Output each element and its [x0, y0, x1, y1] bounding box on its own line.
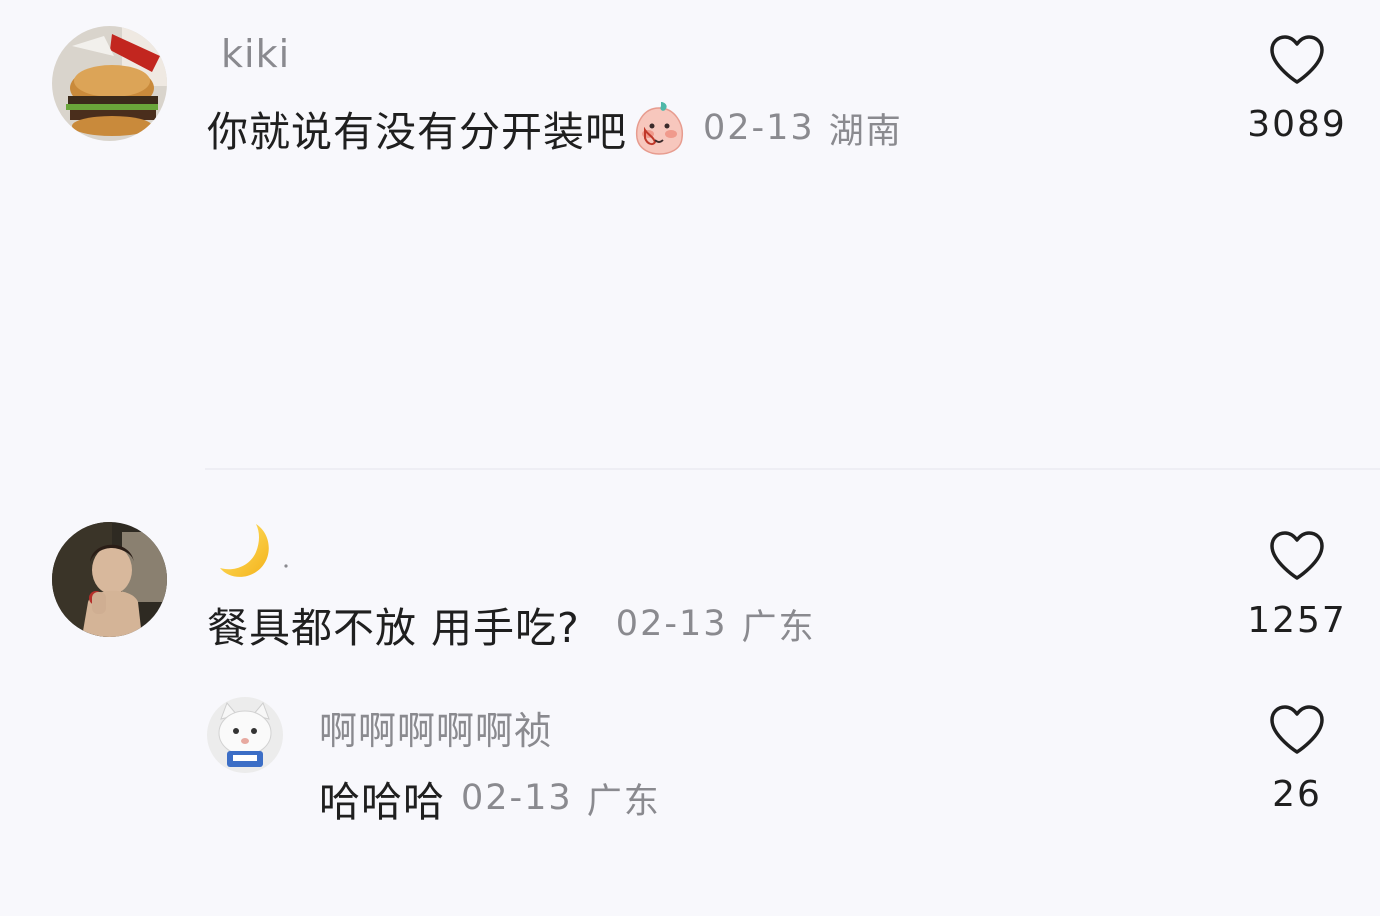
reply-username[interactable]: 啊啊啊啊啊祯	[319, 700, 553, 755]
comment-location: 湖南	[828, 111, 903, 152]
comment-date: 02-13	[615, 604, 728, 644]
like-button[interactable]	[1268, 34, 1326, 86]
like-count: 26	[1272, 774, 1322, 815]
avatar[interactable]	[52, 26, 167, 141]
comment-body: 你就说有没有分开装吧 02-13 湖南	[207, 98, 903, 158]
crescent-moon-icon[interactable]	[216, 520, 296, 582]
comment-text: 餐具都不放 用手吃?	[207, 604, 580, 652]
like-button[interactable]	[1268, 530, 1326, 582]
heart-outline-icon	[1270, 35, 1324, 84]
reply-body: 哈哈哈 02-13 广东	[319, 768, 661, 828]
reply-location: 广东	[586, 781, 661, 822]
like-count: 1257	[1247, 600, 1347, 641]
avatar[interactable]	[207, 697, 283, 773]
reply-text: 哈哈哈	[319, 778, 445, 826]
person-eating-avatar-icon	[52, 522, 167, 637]
comment-text: 你就说有没有分开装吧	[207, 108, 627, 156]
comment-username[interactable]: kiki	[221, 32, 290, 76]
comment-location: 广东	[741, 607, 816, 648]
comment-date: 02-13	[703, 108, 815, 148]
like-count: 3089	[1247, 104, 1347, 145]
avatar[interactable]	[52, 522, 167, 637]
burger-avatar-icon	[52, 26, 167, 141]
divider	[205, 468, 1380, 470]
heart-outline-icon	[1270, 531, 1324, 580]
blushing-peach-emoji-icon	[631, 100, 687, 156]
reply-date: 02-13	[461, 778, 573, 818]
heart-outline-icon	[1270, 705, 1324, 754]
like-button[interactable]	[1268, 704, 1326, 756]
comment-body: 餐具都不放 用手吃? 02-13 广东	[207, 594, 816, 654]
white-cat-avatar-icon	[207, 697, 283, 773]
